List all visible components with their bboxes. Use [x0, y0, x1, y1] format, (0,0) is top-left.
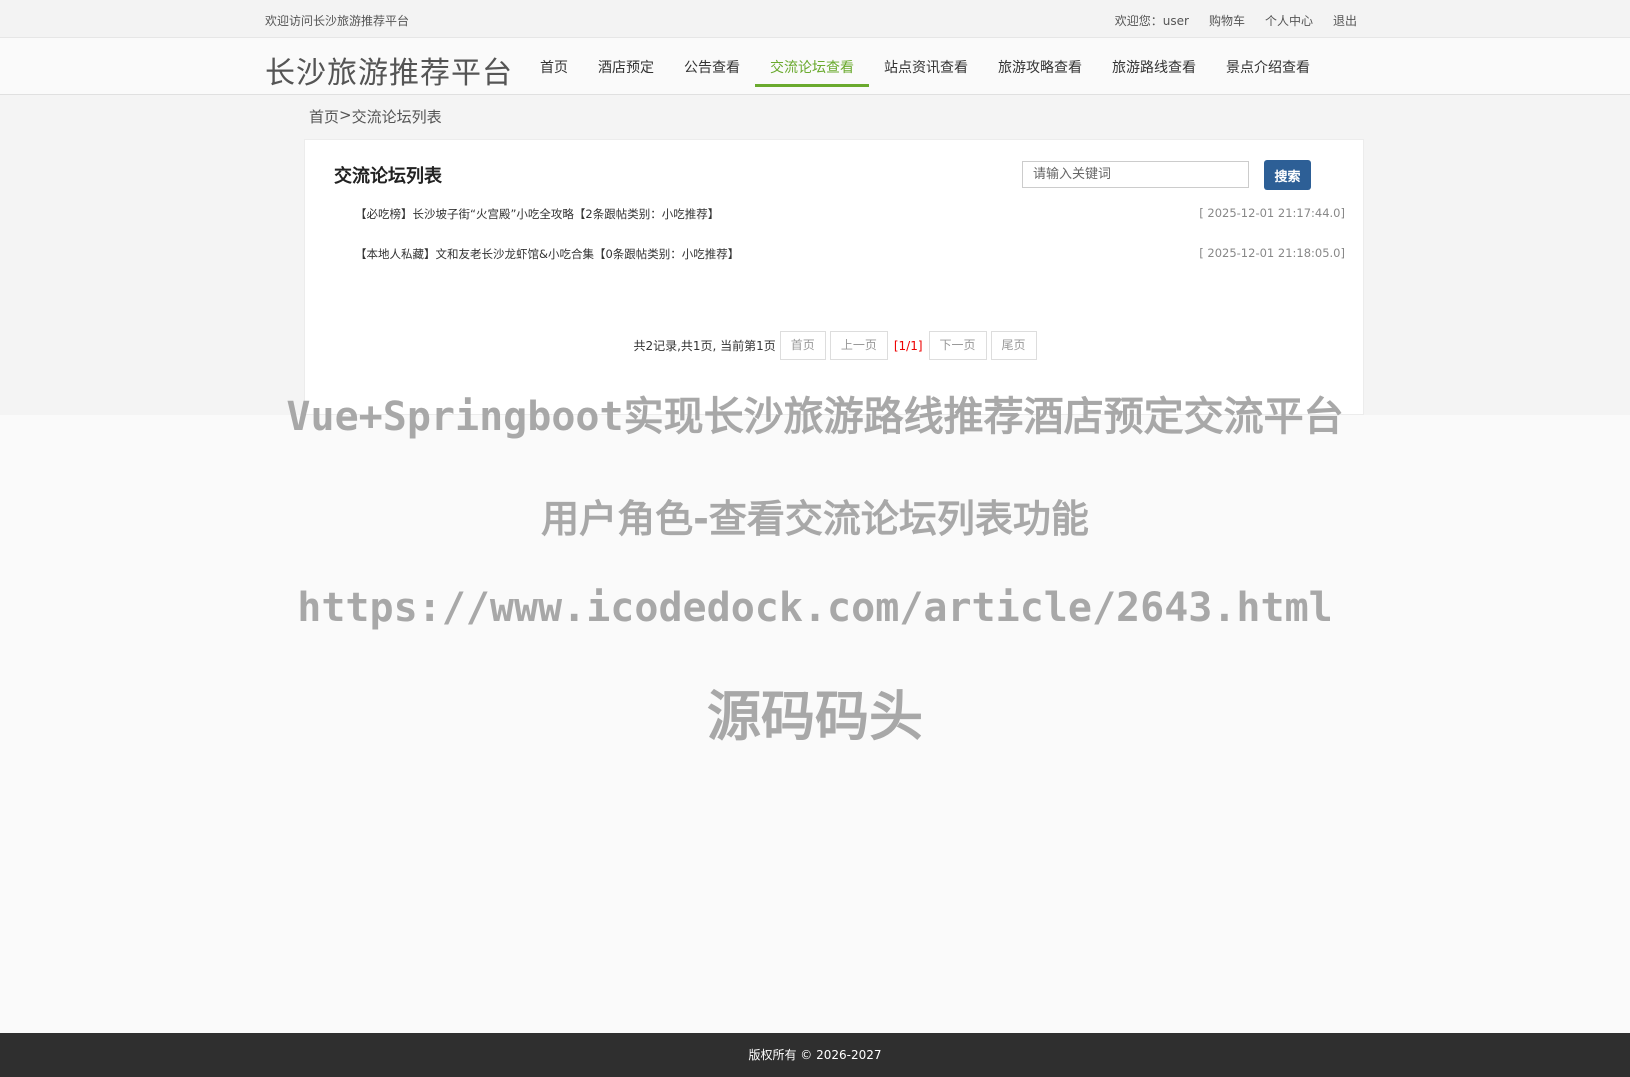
forum-list-panel: 交流论坛列表 搜索 【必吃榜】长沙坡子街“火宫殿”小吃全攻略【2条跟帖类别：小吃…	[304, 139, 1364, 415]
breadcrumb-separator: >	[339, 106, 352, 124]
header: 长沙旅游推荐平台 首页 酒店预定 公告查看 交流论坛查看 站点资讯查看 旅游攻略…	[0, 38, 1630, 95]
nav-hotel-booking[interactable]: 酒店预定	[583, 38, 669, 95]
copyright-text: 版权所有 © 2026-2027	[748, 1048, 882, 1062]
list-item: 【必吃榜】长沙坡子街“火宫殿”小吃全攻略【2条跟帖类别：小吃推荐】 [ 2025…	[355, 206, 1345, 246]
cart-link[interactable]: 购物车	[1209, 12, 1245, 29]
pagination: 共2记录,共1页, 当前第1页 首页 上一页 [1/1] 下一页 尾页	[305, 331, 1365, 360]
pager-prev-button[interactable]: 上一页	[829, 331, 888, 360]
nav-travel-routes[interactable]: 旅游路线查看	[1097, 38, 1211, 95]
list-item: 【本地人私藏】文和友老长沙龙虾馆&小吃合集【0条跟帖类别：小吃推荐】 [ 202…	[355, 246, 1345, 286]
nav-announcements[interactable]: 公告查看	[669, 38, 755, 95]
pager-summary: 共2记录,共1页, 当前第1页	[633, 339, 776, 353]
breadcrumb-current: 交流论坛列表	[351, 108, 442, 126]
pager-current: [1/1]	[893, 338, 923, 353]
pager-last-button[interactable]: 尾页	[990, 331, 1037, 360]
breadcrumb-home[interactable]: 首页	[309, 106, 339, 127]
welcome-text: 欢迎访问长沙旅游推荐平台	[265, 14, 410, 28]
main-nav: 首页 酒店预定 公告查看 交流论坛查看 站点资讯查看 旅游攻略查看 旅游路线查看…	[525, 38, 1325, 95]
user-greeting: 欢迎您：user	[1114, 14, 1189, 28]
pager-first-button[interactable]: 首页	[779, 331, 826, 360]
nav-attractions[interactable]: 景点介绍查看	[1211, 38, 1325, 95]
search-button[interactable]: 搜索	[1264, 160, 1311, 190]
watermark-title: Vue+Springboot实现长沙旅游路线推荐酒店预定交流平台	[286, 394, 1344, 440]
top-bar: 欢迎访问长沙旅游推荐平台 欢迎您：user 购物车 个人中心 退出	[0, 0, 1630, 38]
pager-next-button[interactable]: 下一页	[928, 331, 987, 360]
post-date: [ 2025-12-01 21:18:05.0]	[1199, 246, 1345, 260]
watermark-subtitle: 用户角色-查看交流论坛列表功能	[541, 497, 1089, 541]
watermark-url: https://www.icodedock.com/article/2643.h…	[297, 585, 1333, 631]
nav-site-news[interactable]: 站点资讯查看	[869, 38, 983, 95]
site-title[interactable]: 长沙旅游推荐平台	[265, 48, 513, 92]
footer: 版权所有 © 2026-2027	[0, 1033, 1630, 1077]
panel-title: 交流论坛列表	[334, 166, 442, 187]
user-center-link[interactable]: 个人中心	[1265, 12, 1313, 29]
breadcrumb: 首页 > 交流论坛列表	[309, 106, 442, 127]
logout-link[interactable]: 退出	[1333, 12, 1357, 29]
watermark-brand: 源码码头	[707, 685, 923, 748]
user-links: 欢迎您：user 购物车 个人中心 退出	[1115, 12, 1357, 29]
post-list: 【必吃榜】长沙坡子街“火宫殿”小吃全攻略【2条跟帖类别：小吃推荐】 [ 2025…	[355, 206, 1345, 286]
nav-home[interactable]: 首页	[525, 38, 583, 95]
post-title[interactable]: 【必吃榜】长沙坡子街“火宫殿”小吃全攻略【2条跟帖类别：小吃推荐】	[355, 206, 719, 222]
post-date: [ 2025-12-01 21:17:44.0]	[1199, 206, 1345, 220]
nav-travel-guides[interactable]: 旅游攻略查看	[983, 38, 1097, 95]
nav-forum[interactable]: 交流论坛查看	[755, 38, 869, 95]
search-input[interactable]	[1022, 161, 1249, 188]
post-title[interactable]: 【本地人私藏】文和友老长沙龙虾馆&小吃合集【0条跟帖类别：小吃推荐】	[355, 246, 739, 262]
